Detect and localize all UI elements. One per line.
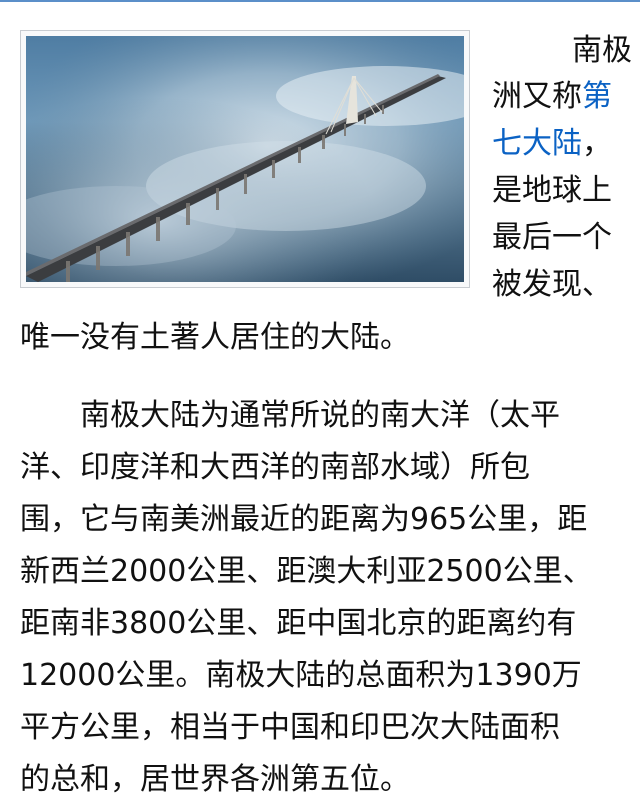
para1-line1: 南极: [572, 33, 632, 68]
para2-line: 平方公里，相当于中国和印巴次大陆面积: [20, 710, 560, 745]
para2-line: 新西兰2000公里、距澳大利亚2500公里、: [20, 554, 593, 589]
para2-line: 12000公里。南极大陆的总面积为1390万: [20, 658, 582, 693]
para2-line: 围，它与南美洲最近的距离为965公里，距: [20, 502, 588, 537]
para1-line7: 唯一没有土著人居住的大陆。: [20, 320, 410, 355]
para1-line2: 洲又称第: [492, 71, 632, 123]
article-thumbnail[interactable]: [20, 30, 470, 288]
para1-line3: 七大陆，: [492, 118, 632, 170]
para1-line4: 是地球上: [492, 173, 612, 208]
para1-line5: 最后一个: [492, 220, 612, 255]
para1-line3-text: ，: [582, 126, 612, 161]
para2-line: 南极大陆为通常所说的南大洋（太平: [20, 398, 560, 433]
top-accent-rule: [0, 0, 640, 2]
paragraph-2: 南极大陆为通常所说的南大洋（太平 洋、印度洋和大西洋的南部水域）所包 围，它与南…: [20, 390, 620, 801]
bridge-photo: [26, 36, 464, 282]
link-seventh-continent-start[interactable]: 第: [582, 79, 612, 114]
para2-line: 洋、印度洋和大西洋的南部水域）所包: [20, 450, 530, 485]
para2-line: 距南非3800公里、距中国北京的距离约有: [20, 606, 577, 641]
para2-line: 的总和，居世界各洲第五位。: [20, 762, 410, 797]
para1-line6: 被发现、: [492, 267, 612, 302]
para1-line2-text: 洲又称: [492, 79, 582, 114]
link-seventh-continent[interactable]: 七大陆: [492, 126, 582, 161]
